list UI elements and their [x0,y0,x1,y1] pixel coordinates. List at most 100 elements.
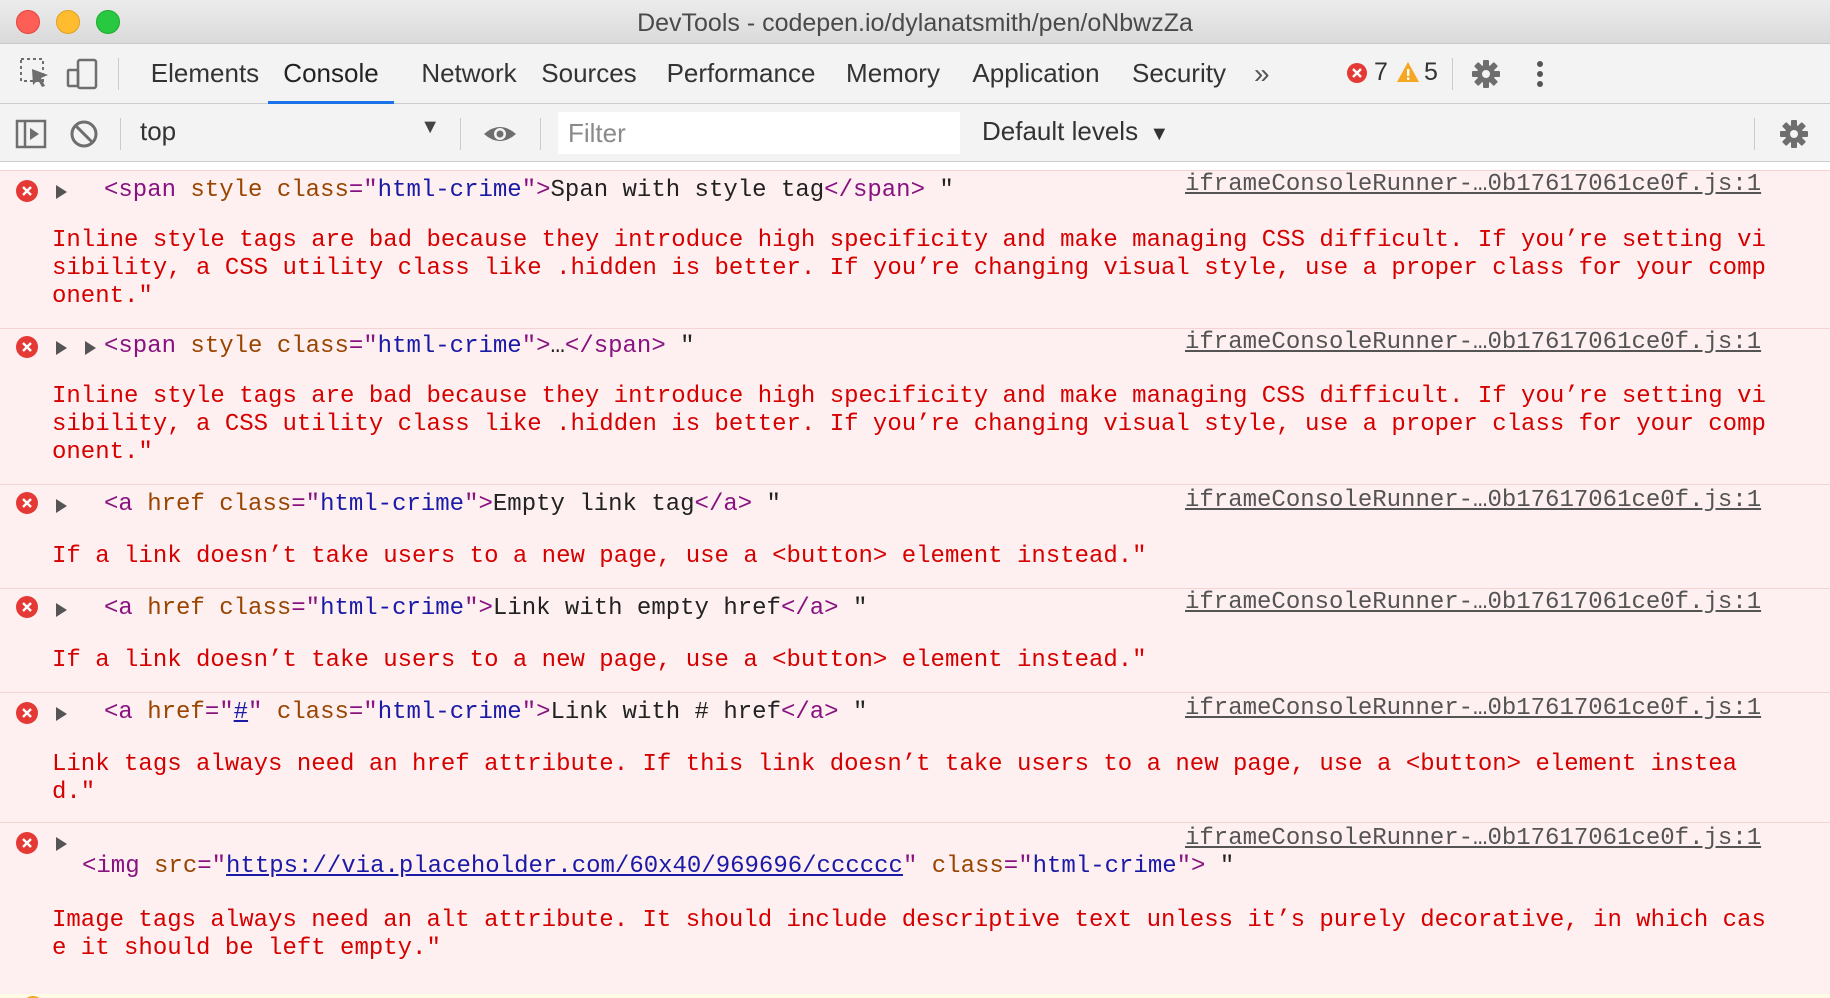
tab-elements[interactable]: Elements [140,44,270,104]
quote: " [1176,853,1192,880]
equals: = [348,699,364,726]
warning-icon[interactable] [1396,60,1420,84]
log-levels-dropdown[interactable]: Default levels ▼ [982,116,1169,147]
tag-close: </a> [780,699,839,726]
equals: = [348,333,364,360]
console-settings-gear-icon[interactable] [1776,116,1812,152]
trailing-quote: " [1205,853,1235,880]
tag-open: <span [104,333,177,360]
error-icon [15,595,39,619]
expand-triangle-icon[interactable] [56,707,67,721]
html-element-preview[interactable]: <a href class="html-crime">Empty link ta… [104,491,781,519]
quote: " [1018,853,1033,880]
more-tabs-chevron-icon[interactable]: » [1254,58,1270,90]
attr-name: class [276,333,349,360]
tab-network[interactable]: Network [404,44,534,104]
tab-application[interactable]: Application [966,44,1106,104]
tab-memory[interactable]: Memory [840,44,946,104]
tab-performance[interactable]: Performance [664,44,818,104]
more-options-kebab-icon[interactable] [1522,56,1558,92]
element-content: Link with # href [550,699,781,726]
console-messages: <span style class="html-crime">Span with… [0,162,1830,998]
filter-input[interactable] [558,112,960,154]
html-element-preview[interactable]: <span style class="html-crime">Span with… [104,177,954,205]
tag-close: </span> [824,177,925,204]
error-text: Link tags always need an href attribute.… [52,751,1738,806]
expand-triangle-icon[interactable] [56,837,67,851]
image-src-link[interactable]: https://via.placeholder.com/60x40/969696… [226,853,903,880]
expand-triangle-icon[interactable] [56,341,67,355]
html-element-preview[interactable]: <a href="#" class="html-crime">Link with… [104,699,867,727]
show-sidebar-icon[interactable] [14,116,50,152]
html-element-preview[interactable]: <span style class="html-crime">…</span> … [104,333,695,361]
tab-console[interactable]: Console [268,44,394,104]
console-toolbar: top ▼ Default levels ▼ [0,104,1830,162]
context-selector-label: top [140,116,177,146]
trailing-quote: " [838,699,868,726]
attr-value: html-crime [320,595,465,622]
inspect-element-icon[interactable] [18,56,54,92]
console-error-message[interactable]: <a href class="html-crime">Empty link ta… [0,484,1830,588]
error-icon [15,491,39,515]
attr-name: class [219,491,292,518]
href-link[interactable]: # [234,699,248,726]
live-expression-eye-icon[interactable] [482,116,518,152]
settings-gear-icon[interactable] [1468,56,1504,92]
quote: " [464,491,479,518]
error-text: If a link doesn’t take users to a new pa… [52,647,1147,674]
expand-triangle-icon[interactable] [56,603,67,617]
tag-close: </span> [564,333,666,360]
source-link[interactable]: iframeConsoleRunner-…0b17617061ce0f.js:1 [1185,695,1761,723]
attr-value: html-crime [377,177,522,204]
console-error-message[interactable]: <span style class="html-crime">Span with… [0,170,1830,328]
error-text: Image tags always need an alt attribute.… [52,907,1766,962]
attr-name: href [147,491,205,518]
tab-sources[interactable]: Sources [534,44,644,104]
next-warning-message [0,994,1830,998]
tag-bracket: > [536,333,551,360]
attr-name: href [147,595,205,622]
error-icon [15,179,39,203]
console-error-message[interactable]: <a href class="html-crime">Link with emp… [0,588,1830,692]
html-element-preview[interactable]: <a href class="html-crime">Link with emp… [104,595,867,623]
source-link[interactable]: iframeConsoleRunner-…0b17617061ce0f.js:1 [1185,487,1761,515]
tab-security[interactable]: Security [1126,44,1232,104]
tag-bracket: > [536,177,551,204]
attr-name: style [190,333,263,360]
tag-bracket: > [1191,853,1206,880]
console-error-message[interactable]: <span style class="html-crime">…</span> … [0,328,1830,484]
source-link[interactable]: iframeConsoleRunner-…0b17617061ce0f.js:1 [1185,589,1761,617]
console-error-message[interactable]: <a href="#" class="html-crime">Link with… [0,692,1830,822]
tag-open: <a [104,491,133,518]
quote: " [363,699,378,726]
expand-triangle-icon[interactable] [56,185,67,199]
warning-count[interactable]: 5 [1424,58,1438,87]
quote: " [248,699,263,726]
tag-bracket: > [478,491,493,518]
source-link[interactable]: iframeConsoleRunner-…0b17617061ce0f.js:1 [1185,329,1761,357]
source-link[interactable]: iframeConsoleRunner-…0b17617061ce0f.js:1 [1185,171,1761,199]
dropdown-arrow-icon: ▼ [1149,123,1170,145]
title-bar: DevTools - codepen.io/dylanatsmith/pen/o… [0,0,1830,44]
console-error-message[interactable]: iframeConsoleRunner-…0b17617061ce0f.js:1… [0,822,1830,994]
context-selector[interactable]: top ▼ [140,116,440,150]
tag-open: <a [104,699,133,726]
expand-element-triangle-icon[interactable] [85,341,96,355]
expand-triangle-icon[interactable] [56,499,67,513]
attr-value: html-crime [377,333,522,360]
error-icon[interactable] [1346,62,1368,84]
attr-value: html-crime [320,491,465,518]
source-link[interactable]: iframeConsoleRunner-…0b17617061ce0f.js:1 [1185,825,1761,853]
toolbar-divider [460,118,461,150]
equals: = [291,491,306,518]
clipped-previous-message [690,162,912,163]
attr-name: style [190,177,263,204]
html-element-preview[interactable]: <img src="https://via.placeholder.com/60… [82,853,1234,881]
tag-open: <img [82,853,140,880]
tag-open: <span [104,177,177,204]
device-toolbar-icon[interactable] [64,56,100,92]
trailing-quote: " [752,491,781,518]
clear-console-icon[interactable] [66,116,102,152]
error-text: Inline style tags are bad because they i… [52,383,1766,466]
error-count[interactable]: 7 [1374,58,1388,87]
